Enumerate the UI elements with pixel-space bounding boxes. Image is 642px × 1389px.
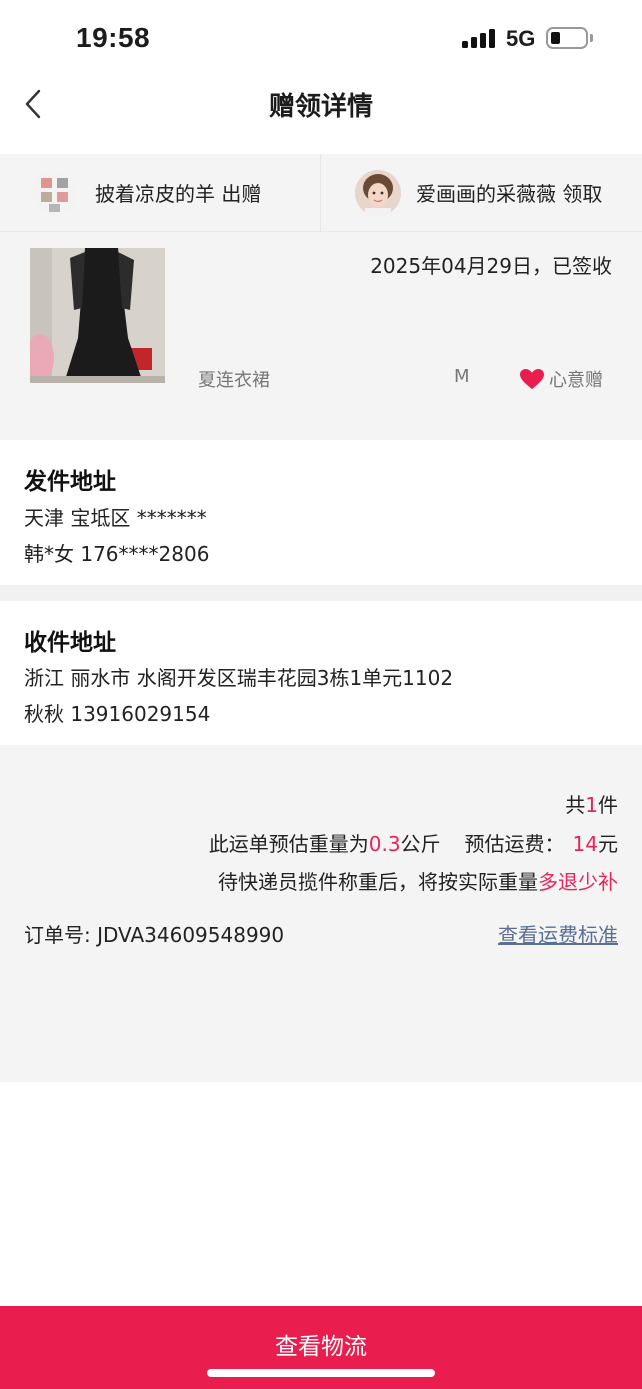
- giver-info: 披着凉皮的羊 出赠: [95, 178, 261, 207]
- item-gift-tag: 心意赠: [549, 370, 603, 391]
- receiver-address-line: 浙江 丽水市 水阁开发区瑞丰花园3栋1单元1102: [24, 666, 454, 690]
- item-size: M: [454, 366, 470, 387]
- item-count: 1: [585, 793, 598, 817]
- receiver-contact-line: 秋秋 13916029154: [24, 702, 211, 726]
- battery-nub: [590, 34, 593, 42]
- sender-address-block: 发件地址 天津 宝坻区 ******* 韩*女 176****2806: [0, 440, 642, 585]
- order-label: 订单号:: [24, 923, 91, 947]
- giver-avatar[interactable]: [32, 170, 78, 216]
- gift-card: 披着凉皮的羊 出赠 爱画画的采薇薇 领取 2025年04月29日，已签收 夏连衣…: [0, 154, 642, 440]
- fee-standard-link[interactable]: 查看运费标准: [498, 919, 618, 948]
- count-suffix: 件: [598, 793, 618, 817]
- signal-icon: [462, 28, 496, 48]
- giver-action: 出赠: [221, 182, 262, 206]
- heart-icon: [520, 369, 544, 389]
- estimated-weight: 0.3: [368, 832, 401, 856]
- status-bar: 19:58 5G: [0, 0, 642, 72]
- sender-address-line: 天津 宝坻区 *******: [24, 506, 207, 530]
- receiver-address-title: 收件地址: [24, 630, 116, 656]
- fee-label: 预估运费：: [464, 832, 565, 856]
- status-time: 19:58: [76, 22, 151, 53]
- receiver-info: 爱画画的采薇薇 领取: [416, 178, 602, 207]
- item-photo[interactable]: [30, 248, 165, 383]
- network-label: 5G: [506, 26, 536, 51]
- order-number: JDVA34609548990: [97, 923, 285, 947]
- nav-bar: 赠领详情: [0, 72, 642, 154]
- count-prefix: 共: [565, 793, 586, 817]
- weight-prefix: 此运单预估重量为: [208, 832, 369, 856]
- item-name: 夏连衣裙: [198, 370, 270, 391]
- home-indicator: [207, 1369, 435, 1377]
- giver-name: 披着凉皮的羊: [95, 182, 215, 206]
- sender-address-title: 发件地址: [24, 469, 116, 495]
- receiver-address-block: 收件地址 浙江 丽水市 水阁开发区瑞丰花园3栋1单元1102 秋秋 139160…: [0, 601, 642, 745]
- sender-contact-line: 韩*女 176****2806: [24, 542, 210, 566]
- order-number-line: 订单号: JDVA34609548990: [24, 919, 284, 948]
- weight-fee-line: 此运单预估重量为0.3公斤 预估运费： 14元: [209, 828, 618, 857]
- parties-divider: [320, 154, 321, 232]
- fee-unit: 元: [598, 832, 618, 856]
- receiver-name: 爱画画的采薇薇: [416, 182, 556, 206]
- item-date-status: 2025年04月29日，已签收: [370, 254, 612, 278]
- page-title: 赠领详情: [268, 92, 373, 122]
- weight-note-line: 待快递员揽件称重后，将按实际重量多退少补: [218, 866, 618, 895]
- receiver-avatar[interactable]: [355, 170, 401, 216]
- shipping-summary: 共1件 此运单预估重量为0.3公斤 预估运费： 14元 待快递员揽件称重后，将按实际…: [0, 745, 642, 1082]
- battery-icon: [546, 27, 588, 49]
- parties-row: 披着凉皮的羊 出赠 爱画画的采薇薇 领取: [0, 154, 642, 232]
- note-highlight: 多退少补: [538, 870, 618, 894]
- estimated-fee: 14: [572, 832, 598, 856]
- item-count-line: 共1件: [565, 789, 618, 818]
- weight-unit: 公斤: [400, 832, 441, 856]
- receiver-action: 领取: [562, 182, 603, 206]
- note-prefix: 待快递员揽件称重后，将按实际重量: [218, 870, 538, 894]
- section-divider: [0, 585, 642, 601]
